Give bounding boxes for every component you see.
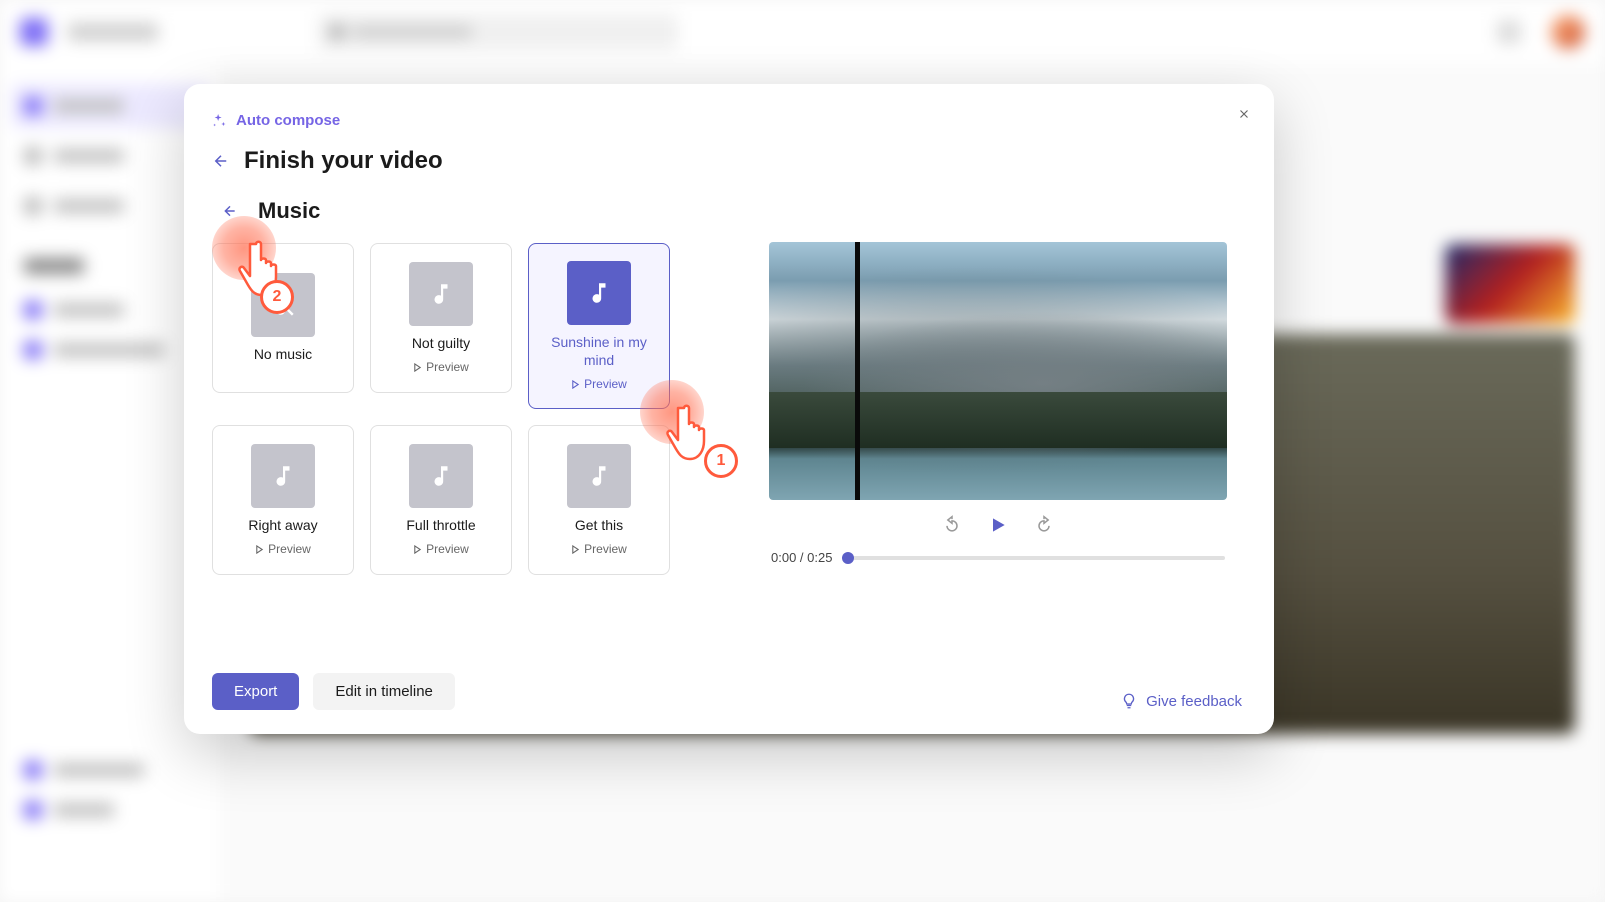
- music-icon: [409, 444, 473, 508]
- music-card-get-this[interactable]: Get this Preview: [528, 425, 670, 575]
- music-name: Full throttle: [406, 516, 475, 534]
- music-preview-button[interactable]: Preview: [255, 542, 311, 556]
- back-arrow-icon[interactable]: [212, 152, 230, 170]
- timeline-slider[interactable]: [846, 556, 1225, 560]
- export-button[interactable]: Export: [212, 673, 299, 710]
- music-card-right-away[interactable]: Right away Preview: [212, 425, 354, 575]
- music-grid: No music Not guilty Preview Sunshine in …: [212, 243, 706, 575]
- section-back-arrow-icon[interactable]: [216, 197, 244, 225]
- skip-back-button[interactable]: [941, 514, 963, 536]
- auto-compose-modal: Auto compose Finish your video Music No …: [184, 84, 1274, 734]
- music-icon: [567, 261, 631, 325]
- music-card-sunshine[interactable]: Sunshine in my mind Preview: [528, 243, 670, 409]
- feedback-label: Give feedback: [1146, 693, 1242, 710]
- timeline-thumb[interactable]: [842, 552, 854, 564]
- playback-time: 0:00 / 0:25: [771, 550, 832, 565]
- music-icon: [409, 262, 473, 326]
- music-name: Not guilty: [412, 334, 470, 352]
- music-preview-button[interactable]: Preview: [413, 542, 469, 556]
- play-button[interactable]: [987, 514, 1009, 536]
- music-card-not-guilty[interactable]: Not guilty Preview: [370, 243, 512, 393]
- preview-split-indicator: [855, 242, 860, 500]
- music-name: Get this: [575, 516, 623, 534]
- no-music-icon: [251, 273, 315, 337]
- music-card-full-throttle[interactable]: Full throttle Preview: [370, 425, 512, 575]
- music-icon: [251, 444, 315, 508]
- lightbulb-icon: [1120, 692, 1138, 710]
- music-name: No music: [254, 345, 312, 363]
- video-preview[interactable]: [769, 242, 1227, 500]
- music-name: Right away: [248, 516, 317, 534]
- skip-forward-button[interactable]: [1033, 514, 1055, 536]
- modal-title: Finish your video: [244, 147, 443, 175]
- modal-left-panel: Auto compose Finish your video Music No …: [184, 84, 734, 734]
- music-preview-button[interactable]: Preview: [413, 360, 469, 374]
- music-preview-button[interactable]: Preview: [571, 542, 627, 556]
- music-preview-button[interactable]: Preview: [571, 377, 627, 391]
- music-card-no-music[interactable]: No music: [212, 243, 354, 393]
- close-button[interactable]: [1230, 100, 1258, 128]
- give-feedback-button[interactable]: Give feedback: [754, 692, 1242, 710]
- auto-compose-breadcrumb[interactable]: Auto compose: [212, 112, 706, 129]
- section-title: Music: [258, 198, 320, 224]
- sparkle-icon: [212, 114, 226, 128]
- edit-in-timeline-button[interactable]: Edit in timeline: [313, 673, 455, 710]
- modal-right-panel: 0:00 / 0:25 Give feedback: [734, 84, 1274, 734]
- music-name: Sunshine in my mind: [535, 333, 663, 369]
- music-icon: [567, 444, 631, 508]
- auto-compose-label: Auto compose: [236, 112, 340, 129]
